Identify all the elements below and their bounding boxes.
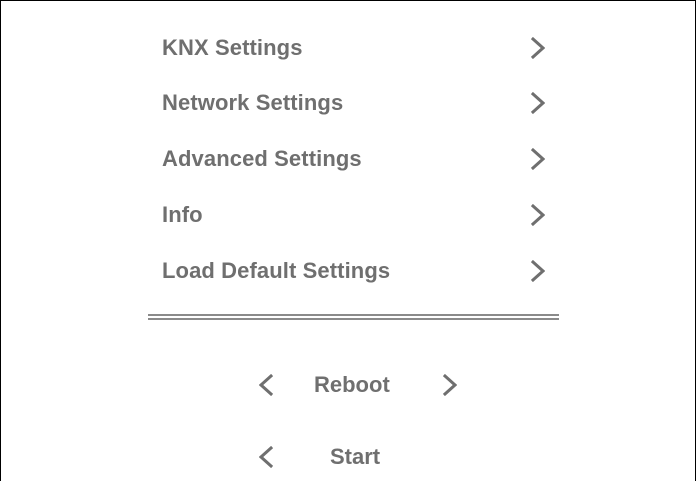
start-prev-button[interactable] <box>256 443 276 471</box>
menu-item-network-settings[interactable]: Network Settings <box>162 83 552 123</box>
chevron-right-icon <box>531 204 545 226</box>
menu-item-label: Advanced Settings <box>162 146 362 171</box>
menu-item-info[interactable]: Info <box>162 195 552 235</box>
menu-item-label: Info <box>162 202 203 227</box>
menu-item-load-default-settings[interactable]: Load Default Settings <box>162 251 552 291</box>
chevron-right-icon <box>531 92 545 114</box>
reboot-row: Reboot <box>1 365 695 405</box>
chevron-right-icon <box>531 37 545 59</box>
chevron-right-icon <box>443 374 457 396</box>
reboot-label: Reboot <box>314 372 390 397</box>
menu-item-label: KNX Settings <box>162 35 303 60</box>
start-label: Start <box>330 444 381 469</box>
start-row: Start <box>1 437 695 477</box>
settings-screen: KNX Settings Network Settings Advanced S… <box>0 0 696 481</box>
chevron-left-icon <box>259 446 273 468</box>
menu-item-knx-settings[interactable]: KNX Settings <box>162 28 552 68</box>
chevron-left-icon <box>259 374 273 396</box>
chevron-right-icon <box>531 148 545 170</box>
menu-item-label: Load Default Settings <box>162 258 391 283</box>
menu-item-label: Network Settings <box>162 90 344 115</box>
menu-item-advanced-settings[interactable]: Advanced Settings <box>162 139 552 179</box>
reboot-next-button[interactable] <box>440 371 460 399</box>
menu-divider <box>148 314 559 320</box>
chevron-right-icon <box>531 260 545 282</box>
reboot-prev-button[interactable] <box>256 371 276 399</box>
